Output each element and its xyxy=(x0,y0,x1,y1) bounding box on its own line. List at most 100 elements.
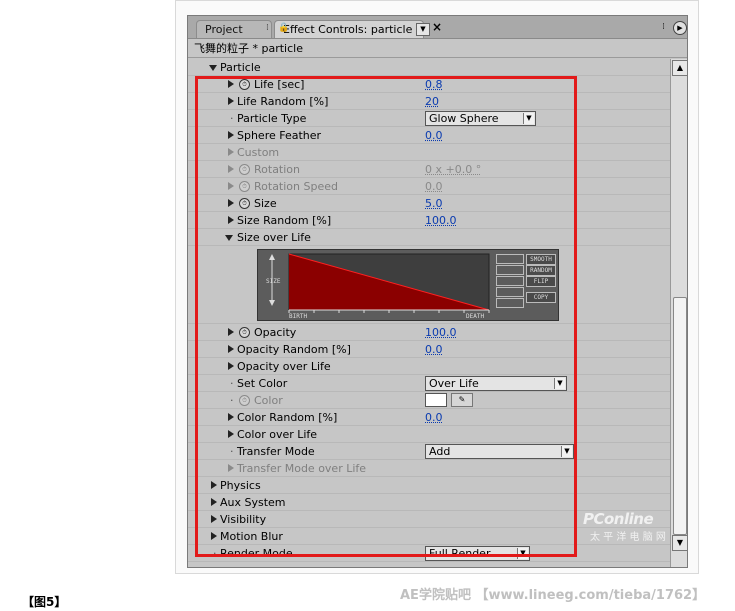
expand-triangle-icon[interactable] xyxy=(228,80,234,88)
size-over-life-graph[interactable]: SIZE BIRTH DEATH SMOOTH RANDOM FLIP COPY xyxy=(257,249,559,321)
breadcrumb: 飞舞的粒子 * particle xyxy=(188,39,687,58)
smooth-button[interactable]: SMOOTH xyxy=(526,254,556,265)
expand-triangle-icon[interactable] xyxy=(228,131,234,139)
preset-shape-button[interactable] xyxy=(496,276,524,286)
vertical-scrollbar[interactable]: ▲ ▼ xyxy=(670,59,687,567)
eyedropper-icon[interactable]: ✎ xyxy=(451,393,473,407)
effect-controls-panel: Project ⁞ Effect Controls: particle 🔒 ▼ … xyxy=(187,15,688,568)
property-value[interactable]: 100.0 xyxy=(425,324,457,341)
expand-triangle-icon[interactable] xyxy=(228,148,234,156)
expand-triangle-icon[interactable] xyxy=(228,345,234,353)
section-label: Particle xyxy=(220,61,261,74)
close-icon[interactable]: × xyxy=(432,20,442,34)
pconline-watermark: PConline xyxy=(583,510,654,528)
stopwatch-icon[interactable]: ⏱ xyxy=(239,181,250,192)
property-label: Life Random [%] xyxy=(237,95,329,108)
random-button[interactable]: RANDOM xyxy=(526,265,556,276)
scroll-up-icon[interactable]: ▲ xyxy=(672,60,687,76)
graph-y-label: SIZE xyxy=(266,278,281,285)
group-physics[interactable]: Physics xyxy=(188,477,670,494)
set-color-select[interactable]: Over Life ▼ xyxy=(425,376,567,391)
preset-shape-button[interactable] xyxy=(496,298,524,308)
property-label: Size xyxy=(254,197,277,210)
group-label: Visibility xyxy=(220,513,267,526)
expand-triangle-icon[interactable] xyxy=(225,235,233,241)
expand-triangle-icon[interactable] xyxy=(211,498,217,506)
property-custom: Custom xyxy=(188,144,670,161)
property-value[interactable]: 20 xyxy=(425,93,439,110)
bullet-dot: · xyxy=(213,547,217,560)
preset-shape-button[interactable] xyxy=(496,265,524,275)
stopwatch-icon[interactable]: ⏱ xyxy=(239,198,250,209)
transfer-mode-select[interactable]: Add ▼ xyxy=(425,444,574,459)
expand-triangle-icon[interactable] xyxy=(228,413,234,421)
stopwatch-icon[interactable]: ⏱ xyxy=(239,164,250,175)
property-sphere-feather: Sphere Feather 0.0 xyxy=(188,127,670,144)
expand-triangle-icon[interactable] xyxy=(211,515,217,523)
stopwatch-icon[interactable]: ⏱ xyxy=(239,395,250,406)
tab-grip-icon[interactable]: ⁞ xyxy=(266,22,272,34)
expand-triangle-icon[interactable] xyxy=(228,362,234,370)
property-value[interactable]: 0.0 xyxy=(425,341,443,358)
expand-triangle-icon[interactable] xyxy=(228,216,234,224)
property-size: ⏱ Size 5.0 xyxy=(188,195,670,212)
tab-dropdown-icon[interactable]: ▼ xyxy=(416,23,430,36)
bullet-dot: · xyxy=(230,377,234,390)
chevron-down-icon: ▼ xyxy=(523,113,534,124)
property-rotation: ⏱ Rotation 0 x +0.0 ° xyxy=(188,161,670,178)
property-value[interactable]: 0.8 xyxy=(425,76,443,93)
tab-effect-controls[interactable]: Effect Controls: particle xyxy=(274,20,424,38)
property-label: Render Mode xyxy=(220,547,293,560)
panel-menu-icon[interactable]: ▶ xyxy=(673,21,687,35)
lock-icon[interactable]: 🔒 xyxy=(278,23,289,33)
preset-shape-button[interactable] xyxy=(496,254,524,264)
figure-caption: 【图5】 xyxy=(22,595,67,609)
bullet-dot: · xyxy=(230,112,234,125)
property-label: Size Random [%] xyxy=(237,214,332,227)
property-value[interactable]: 100.0 xyxy=(425,212,457,229)
stopwatch-icon[interactable]: ⏱ xyxy=(239,327,250,338)
particle-type-select[interactable]: Glow Sphere ▼ xyxy=(425,111,536,126)
property-label: Transfer Mode xyxy=(237,445,315,458)
section-particle[interactable]: Particle xyxy=(188,59,670,76)
property-label: Rotation xyxy=(254,163,301,176)
tab-project[interactable]: Project xyxy=(196,20,272,38)
scroll-down-icon[interactable]: ▼ xyxy=(672,535,687,551)
expand-triangle-icon[interactable] xyxy=(228,182,234,190)
expand-triangle-icon[interactable] xyxy=(228,328,234,336)
group-aux-system[interactable]: Aux System xyxy=(188,494,670,511)
property-color-over-life: Color over Life xyxy=(188,426,670,443)
render-mode-select[interactable]: Full Render ▼ xyxy=(425,546,530,561)
graph-x-end-label: DEATH xyxy=(466,313,484,320)
expand-triangle-icon[interactable] xyxy=(228,430,234,438)
expand-triangle-icon[interactable] xyxy=(228,97,234,105)
expand-triangle-icon[interactable] xyxy=(228,199,234,207)
select-value: Over Life xyxy=(429,377,479,390)
property-value[interactable]: 5.0 xyxy=(425,195,443,212)
property-label: Color Random [%] xyxy=(237,411,338,424)
expand-triangle-icon[interactable] xyxy=(209,65,217,71)
property-transfer-mode-over-life: Transfer Mode over Life xyxy=(188,460,670,477)
property-value[interactable]: 0.0 xyxy=(425,127,443,144)
property-label: Particle Type xyxy=(237,112,307,125)
expand-triangle-icon[interactable] xyxy=(228,464,234,472)
expand-triangle-icon[interactable] xyxy=(228,165,234,173)
color-swatch[interactable] xyxy=(425,393,447,407)
expand-triangle-icon[interactable] xyxy=(211,532,217,540)
copy-button[interactable]: COPY xyxy=(526,292,556,303)
expand-triangle-icon[interactable] xyxy=(211,481,217,489)
y-axis-arrowhead-down xyxy=(269,300,275,306)
preset-shape-button[interactable] xyxy=(496,287,524,297)
property-value[interactable]: 0.0 xyxy=(425,409,443,426)
property-life: ⏱ Life [sec] 0.8 xyxy=(188,76,670,93)
select-value: Glow Sphere xyxy=(429,112,499,125)
flip-button[interactable]: FLIP xyxy=(526,276,556,287)
select-value: Full Render xyxy=(429,547,491,560)
panel-grip-icon[interactable]: ⁞ xyxy=(657,21,670,34)
property-label: Set Color xyxy=(237,377,288,390)
property-set-color: · Set Color Over Life ▼ xyxy=(188,375,670,392)
scrollbar-thumb[interactable] xyxy=(673,297,687,535)
stopwatch-icon[interactable]: ⏱ xyxy=(239,79,250,90)
tab-project-label: Project xyxy=(205,23,243,36)
property-opacity-random: Opacity Random [%] 0.0 xyxy=(188,341,670,358)
